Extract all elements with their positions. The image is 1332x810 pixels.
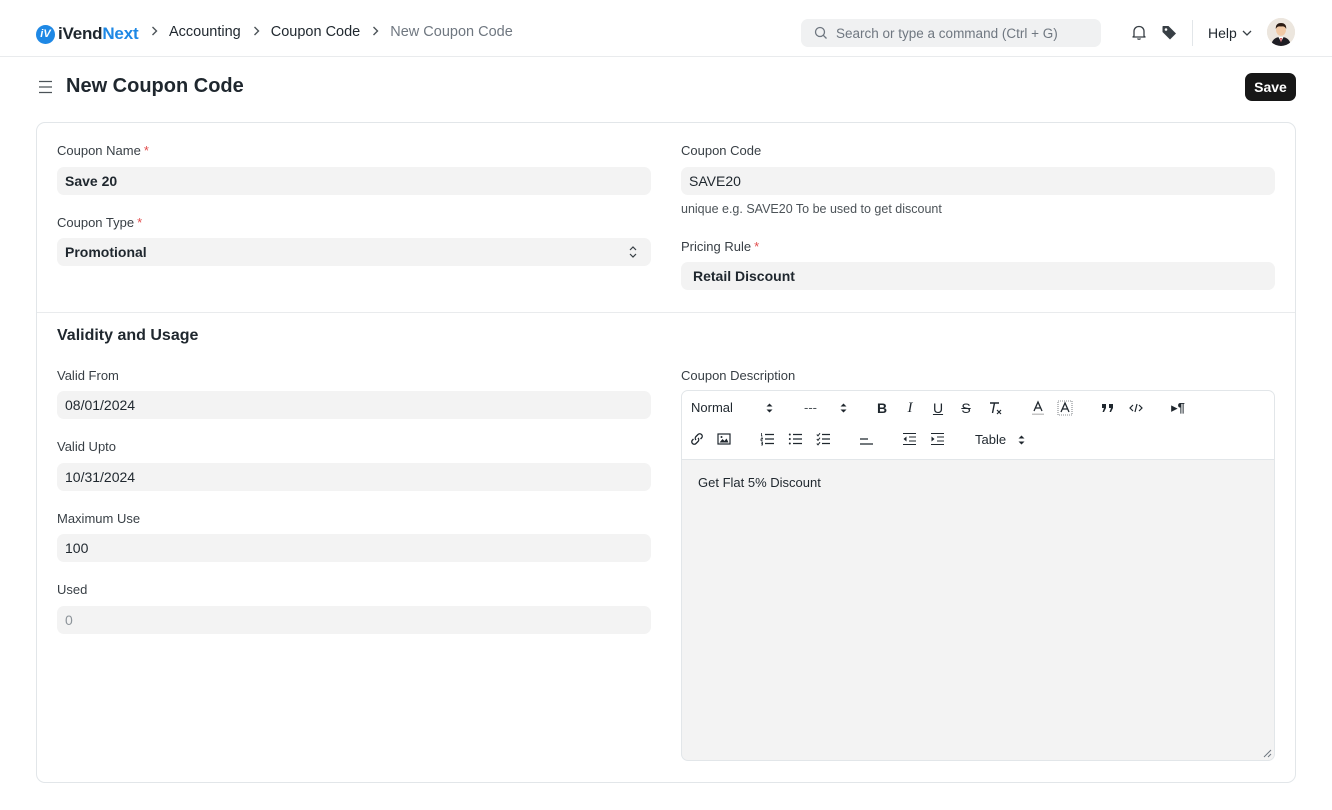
maximum-use-field[interactable]: 100: [57, 534, 651, 562]
select-arrows-icon: [766, 403, 773, 412]
avatar[interactable]: [1267, 18, 1295, 46]
form-card: Coupon Name * Save 20 Coupon Type * Promot…: [36, 122, 1296, 783]
indent-icon[interactable]: [929, 431, 945, 447]
blockquote-icon[interactable]: [1100, 400, 1114, 416]
navbar: iV iVendNext Accounting Coupon Code New …: [0, 0, 1332, 57]
section-divider: [37, 312, 1295, 313]
bullet-list-icon[interactable]: [787, 431, 803, 447]
coupon-name-label: Coupon Name *: [57, 143, 149, 158]
font-size-select[interactable]: ---: [804, 400, 850, 415]
sidebar-toggle-icon[interactable]: [38, 80, 53, 97]
breadcrumb-new-coupon-code[interactable]: New Coupon Code: [390, 24, 513, 40]
coupon-code-field[interactable]: SAVE20: [681, 167, 1275, 195]
navbar-divider: [1192, 20, 1193, 46]
align-left-icon[interactable]: [858, 431, 874, 447]
used-field: 0: [57, 606, 651, 634]
coupon-code-label: Coupon Code: [681, 143, 762, 158]
chevron-right-icon: [151, 25, 158, 39]
valid-upto-label: Valid Upto: [57, 439, 117, 454]
logo-text-part2: Next: [102, 24, 139, 43]
coupon-code-help-text: unique e.g. SAVE20 To be used to get dis…: [681, 202, 942, 216]
code-block-icon[interactable]: [1128, 400, 1144, 416]
page-title: New Coupon Code: [66, 75, 244, 97]
select-arrows-icon: [629, 246, 637, 258]
search-icon: [814, 26, 827, 39]
valid-from-label: Valid From: [57, 368, 119, 383]
coupon-description-label: Coupon Description: [681, 368, 796, 383]
font-size-value: ---: [804, 400, 817, 415]
link-icon[interactable]: [689, 431, 705, 447]
table-select[interactable]: Table: [975, 432, 1030, 447]
checklist-icon[interactable]: [815, 431, 831, 447]
breadcrumb: Accounting Coupon Code New Coupon Code: [150, 24, 524, 40]
section-title-validity: Validity and Usage: [57, 327, 199, 344]
used-label: Used: [57, 582, 88, 597]
help-label: Help: [1208, 25, 1237, 41]
image-icon[interactable]: [716, 431, 732, 447]
clear-format-icon[interactable]: [986, 399, 1004, 417]
text-style-value: Normal: [691, 400, 733, 415]
editor-content[interactable]: Get Flat 5% Discount: [698, 475, 821, 490]
required-indicator: *: [754, 239, 760, 254]
text-color-icon[interactable]: [1030, 399, 1046, 417]
bell-icon[interactable]: [1131, 24, 1147, 44]
pricing-rule-field[interactable]: Retail Discount: [681, 262, 1275, 290]
required-indicator: *: [137, 215, 143, 230]
pricing-rule-label: Pricing Rule *: [681, 239, 759, 254]
select-arrows-icon: [1018, 435, 1025, 444]
coupon-type-value: Promotional: [65, 244, 147, 260]
breadcrumb-coupon-code[interactable]: Coupon Code: [271, 24, 361, 40]
coupon-type-label: Coupon Type *: [57, 215, 142, 230]
editor-toolbar: Normal --- B I U S ▸¶ Table: [682, 391, 1274, 460]
coupon-description-editor: Normal --- B I U S ▸¶ Table Get Flat 5% …: [681, 390, 1275, 761]
breadcrumb-accounting[interactable]: Accounting: [169, 24, 241, 40]
logo-text-part1: iVend: [58, 24, 103, 43]
select-arrows-icon: [840, 403, 847, 412]
search-bar[interactable]: [801, 19, 1101, 47]
chevron-right-icon: [253, 25, 260, 39]
help-dropdown[interactable]: Help: [1208, 25, 1252, 41]
logo-text: iVendNext: [58, 24, 139, 44]
valid-from-field[interactable]: 08/01/2024: [57, 391, 651, 419]
paragraph-direction-icon[interactable]: ▸¶: [1170, 400, 1186, 416]
background-color-icon[interactable]: [1057, 399, 1073, 417]
logo-mark-icon: iV: [36, 24, 55, 44]
text-style-select[interactable]: Normal: [691, 400, 777, 415]
required-indicator: *: [143, 143, 149, 158]
valid-upto-field[interactable]: 10/31/2024: [57, 463, 651, 491]
save-button[interactable]: Save: [1245, 73, 1296, 101]
coupon-name-field[interactable]: Save 20: [57, 167, 651, 195]
table-select-label: Table: [975, 432, 1007, 447]
coupon-type-select[interactable]: Promotional: [57, 238, 651, 266]
maximum-use-label: Maximum Use: [57, 511, 141, 526]
ordered-list-icon[interactable]: [759, 431, 775, 447]
coupon-name-label-text: Coupon Name: [57, 143, 141, 158]
pricing-rule-label-text: Pricing Rule: [681, 239, 752, 254]
underline-icon[interactable]: U: [931, 400, 945, 416]
coupon-type-label-text: Coupon Type: [57, 215, 135, 230]
resize-handle-icon[interactable]: [1263, 749, 1272, 758]
chevron-down-icon: [1242, 30, 1252, 36]
search-input[interactable]: [836, 25, 1086, 41]
tag-icon[interactable]: [1161, 24, 1178, 44]
italic-icon[interactable]: I: [903, 400, 917, 416]
strikethrough-icon[interactable]: S: [959, 400, 973, 416]
app-logo[interactable]: iV iVendNext: [36, 24, 139, 44]
bold-icon[interactable]: B: [875, 400, 889, 416]
outdent-icon[interactable]: [901, 431, 917, 447]
chevron-right-icon: [372, 25, 379, 39]
